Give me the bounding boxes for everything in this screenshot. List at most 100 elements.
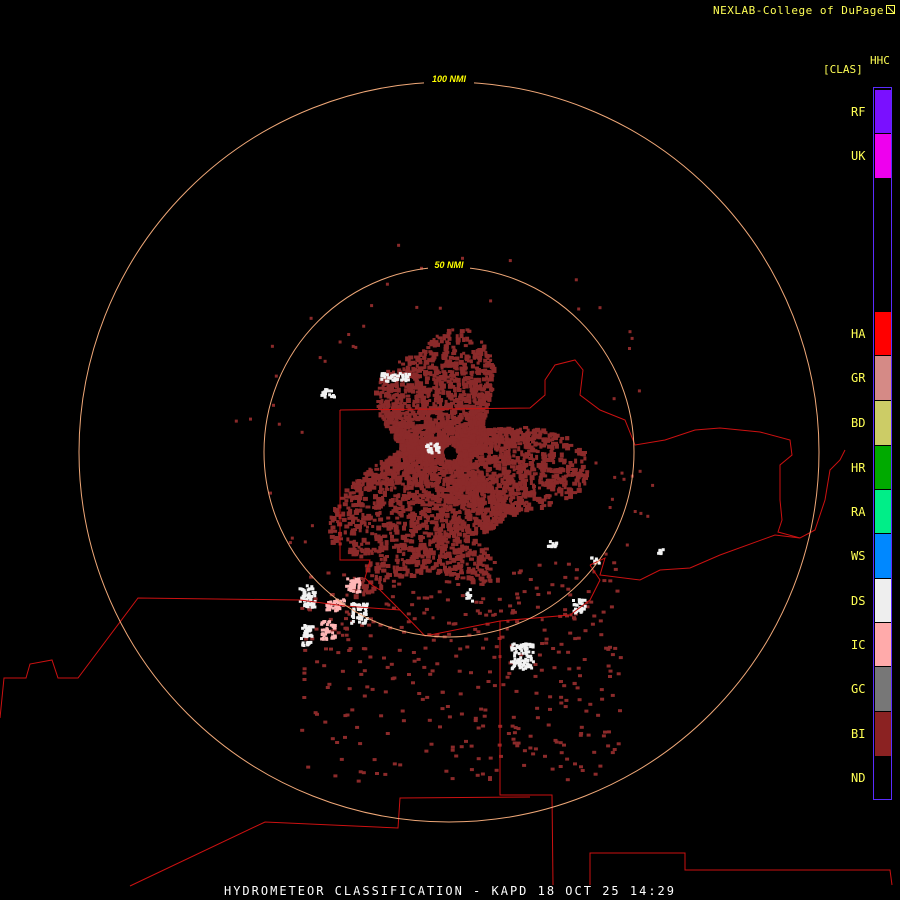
echo-pixel: [449, 546, 455, 550]
echo-pixel: [474, 526, 479, 532]
echo-pixel: [475, 566, 479, 569]
echo-pixel: [427, 493, 430, 497]
echo-pixel: [465, 534, 470, 538]
echo-pixel: [554, 468, 558, 472]
echo-pixel: [362, 496, 368, 501]
echo-pixel: [517, 446, 521, 452]
echo-pixel: [527, 449, 531, 454]
echo-pixel: [489, 488, 493, 493]
echo-pixel: [415, 357, 421, 362]
echo-pixel: [454, 366, 458, 371]
echo-pixel: [448, 505, 453, 511]
echo-pixel: [488, 481, 493, 485]
echo-pixel: [420, 494, 425, 499]
echo-pixel: [459, 745, 464, 749]
echo-pixel: [546, 467, 552, 473]
echo-pixel: [418, 393, 424, 398]
echo-pixel: [473, 480, 478, 486]
echo-pixel: [529, 475, 535, 481]
echo-pixel: [541, 452, 545, 457]
echo-pixel: [439, 562, 445, 566]
echo-pixel: [417, 465, 423, 470]
echo-pixel: [449, 491, 453, 496]
echo-pixel: [403, 469, 407, 475]
echo-pixel: [369, 561, 373, 567]
echo-pixel: [390, 534, 394, 539]
echo-pixel: [454, 465, 460, 470]
echo-pixel: [467, 530, 473, 534]
echo-pixel: [564, 491, 569, 495]
echo-pixel: [440, 548, 446, 554]
echo-pixel: [549, 449, 554, 454]
echo-pixel: [576, 666, 581, 670]
echo-pixel: [417, 366, 422, 370]
echo-pixel: [443, 552, 449, 558]
echo-pixel: [392, 456, 396, 461]
echo-pixel: [473, 462, 477, 466]
echo-pixel: [527, 492, 533, 498]
echo-pixel: [470, 364, 475, 369]
echo-pixel: [449, 381, 452, 385]
echo-pixel: [524, 455, 530, 459]
echo-pixel: [547, 494, 551, 500]
echo-pixel: [451, 557, 457, 563]
echo-pixel: [418, 539, 423, 543]
echo-pixel: [466, 427, 471, 431]
echo-pixel: [472, 416, 476, 420]
echo-pixel: [469, 575, 474, 581]
echo-pixel: [459, 366, 465, 371]
echo-pixel: [445, 413, 451, 419]
echo-pixel: [487, 467, 492, 471]
echo-pixel: [494, 479, 499, 484]
echo-pixel: [444, 512, 450, 518]
echo-pixel: [341, 511, 346, 517]
echo-pixel: [501, 466, 507, 472]
echo-pixel: [451, 345, 456, 349]
echo-pixel: [429, 339, 433, 344]
echo-pixel: [419, 427, 423, 431]
echo-pixel: [434, 505, 439, 511]
echo-pixel: [477, 438, 480, 442]
echo-pixel: [359, 547, 363, 551]
echo-pixel: [431, 365, 437, 369]
echo-pixel: [377, 539, 382, 544]
echo-pixel: [454, 417, 458, 421]
echo-pixel: [432, 386, 438, 390]
echo-pixel: [517, 464, 522, 470]
echo-pixel: [430, 357, 435, 363]
echo-pixel: [516, 471, 521, 475]
echo-pixel: [519, 473, 523, 477]
echo-pixel: [477, 399, 481, 402]
echo-pixel: [510, 491, 515, 496]
echo-pixel: [422, 665, 427, 669]
echo-pixel: [409, 539, 415, 544]
echo-pixel: [399, 402, 403, 408]
echo-pixel: [551, 441, 554, 445]
echo-pixel: [573, 762, 577, 766]
echo-pixel: [483, 579, 488, 583]
echo-pixel: [445, 560, 449, 565]
echo-pixel: [434, 497, 439, 502]
echo-pixel: [391, 509, 397, 513]
echo-pixel: [328, 529, 334, 534]
echo-pixel: [475, 510, 481, 516]
echo-pixel: [449, 531, 455, 535]
echo-pixel: [495, 577, 500, 583]
echo-pixel: [412, 513, 417, 517]
echo-pixel: [402, 547, 408, 550]
echo-pixel: [382, 534, 388, 538]
echo-pixel: [365, 541, 371, 545]
echo-pixel: [422, 536, 425, 540]
echo-pixel: [459, 329, 465, 334]
echo-pixel: [423, 370, 429, 376]
echo-pixel: [517, 442, 523, 446]
echo-pixel: [426, 393, 430, 399]
echo-pixel: [385, 564, 391, 568]
echo-pixel: [446, 442, 452, 446]
echo-pixel: [409, 573, 413, 578]
echo-pixel: [473, 399, 477, 404]
echo-pixel: [410, 386, 415, 390]
echo-pixel: [423, 363, 427, 369]
echo-pixel: [458, 446, 462, 452]
echo-pixel: [406, 469, 412, 474]
